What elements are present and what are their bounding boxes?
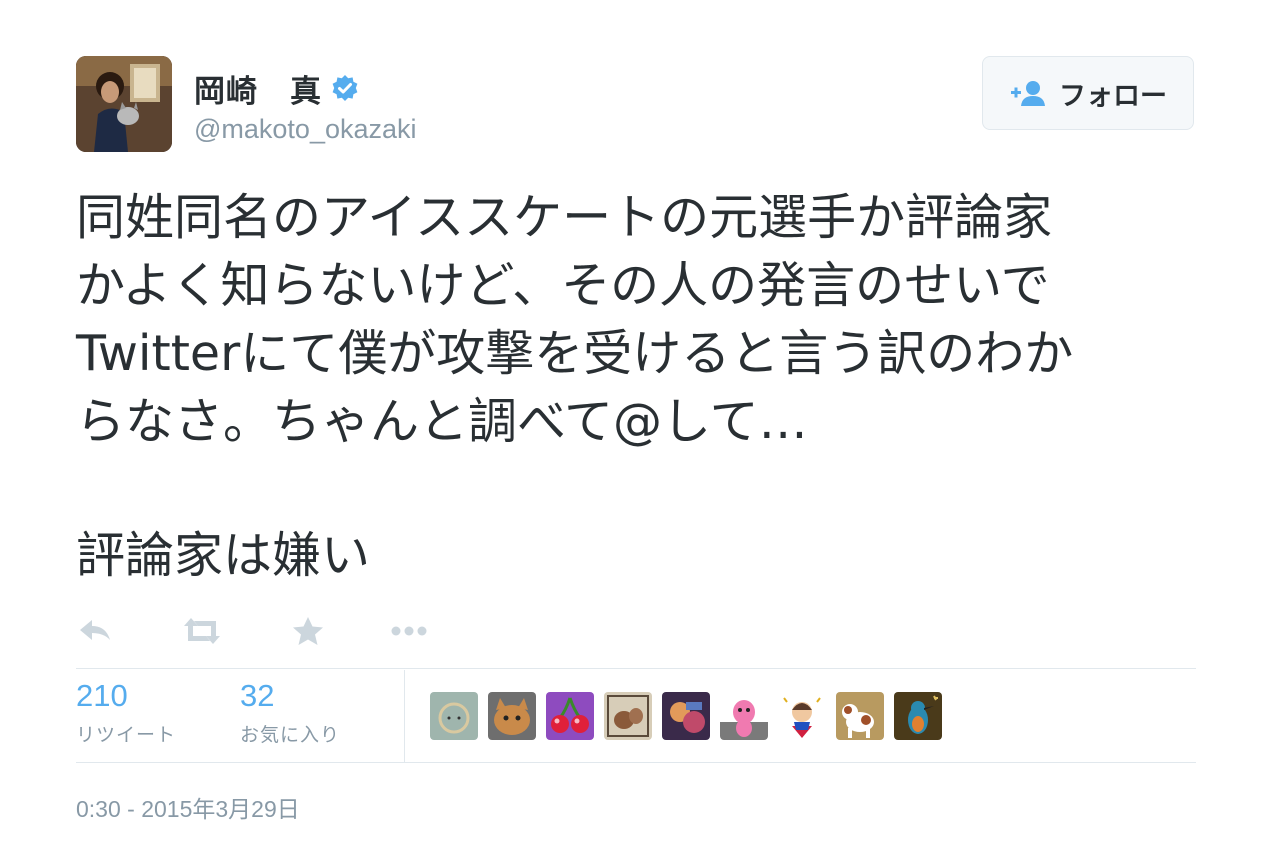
tweet-timestamp[interactable]: 0:30 - 2015年3月29日 bbox=[76, 790, 300, 824]
retweet-stat[interactable]: 210 リツイート bbox=[76, 678, 176, 747]
favoriter-avatar[interactable] bbox=[778, 692, 826, 740]
reply-icon[interactable] bbox=[76, 614, 116, 648]
follow-button-label: フォロー bbox=[1059, 80, 1167, 111]
tweet-actions bbox=[76, 608, 476, 654]
display-name[interactable]: 岡崎 真 bbox=[194, 66, 360, 111]
favorite-icon[interactable] bbox=[288, 614, 328, 648]
retweet-label: リツイート bbox=[76, 725, 177, 746]
tweet-text-last-line: 評論家は嫌い bbox=[76, 527, 371, 584]
retweet-count: 210 bbox=[76, 678, 128, 713]
stats-bottom-divider bbox=[76, 762, 1196, 763]
favoriter-avatar[interactable] bbox=[604, 692, 652, 740]
add-user-icon bbox=[1009, 78, 1047, 108]
tweet-text: 同姓同名のアイススケートの元選手か評論家 かよく知らないけど、その人の発言のせい… bbox=[76, 189, 1074, 450]
favorite-label: お気に入り bbox=[240, 725, 341, 746]
stats-vertical-divider bbox=[404, 670, 405, 762]
favoriter-avatars bbox=[430, 692, 942, 740]
favoriter-avatar[interactable] bbox=[894, 692, 942, 740]
favoriter-avatar[interactable] bbox=[662, 692, 710, 740]
verified-badge-icon bbox=[330, 74, 360, 104]
follow-button[interactable]: フォロー bbox=[982, 56, 1194, 130]
favoriter-avatar[interactable] bbox=[546, 692, 594, 740]
tweet-card: 岡崎 真 @makoto_okazaki フォロー 同姓同名のアイススケートの元… bbox=[0, 0, 1276, 862]
display-name-text: 岡崎 真 bbox=[194, 74, 322, 109]
favoriter-avatar[interactable] bbox=[488, 692, 536, 740]
more-icon[interactable] bbox=[388, 614, 428, 648]
retweet-icon[interactable] bbox=[180, 614, 220, 648]
favoriter-avatar[interactable] bbox=[720, 692, 768, 740]
favorite-count: 32 bbox=[240, 678, 275, 713]
stats-top-divider bbox=[76, 668, 1196, 669]
favorite-stat[interactable]: 32 お気に入り bbox=[240, 678, 340, 747]
favoriter-avatar[interactable] bbox=[430, 692, 478, 740]
favoriter-avatar[interactable] bbox=[836, 692, 884, 740]
screen-name[interactable]: @makoto_okazaki bbox=[194, 114, 417, 145]
user-avatar[interactable] bbox=[76, 56, 172, 152]
